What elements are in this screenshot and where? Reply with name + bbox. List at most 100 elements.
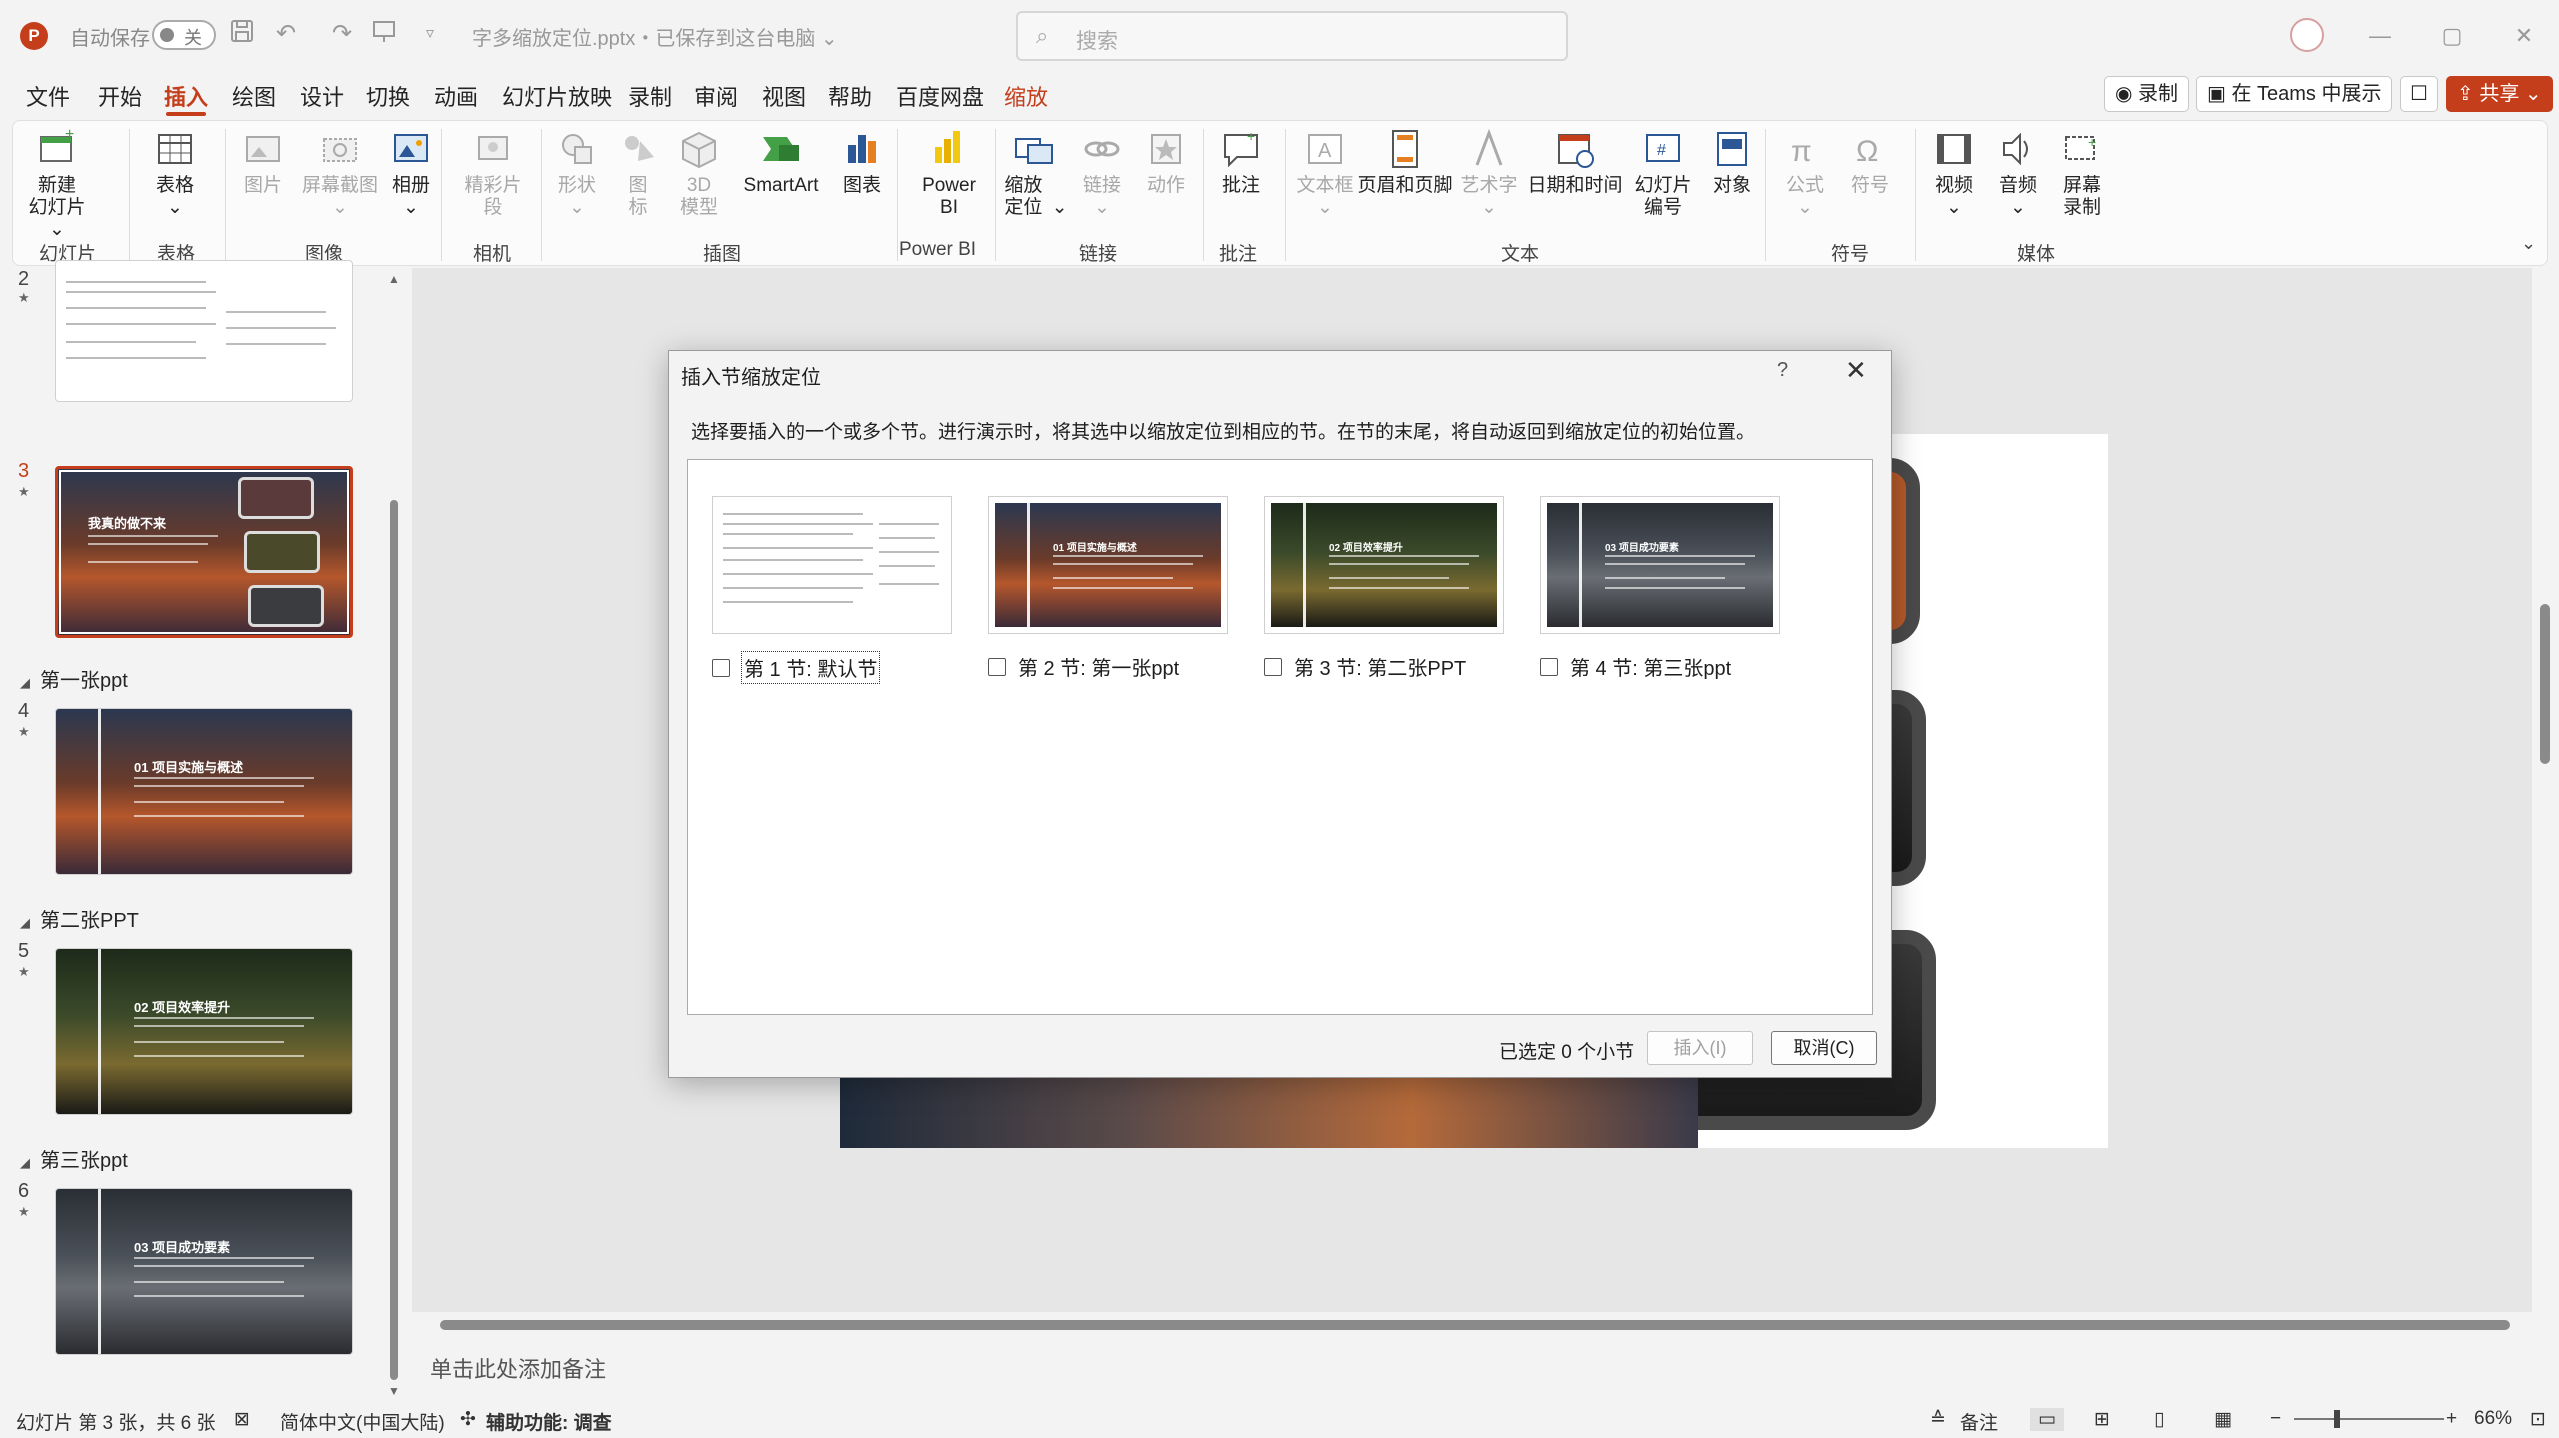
slideshow-view-icon[interactable]: ▦ [2214, 1408, 2232, 1431]
help-button[interactable]: ? [1777, 359, 1788, 382]
section-thumbnail[interactable]: 02 项目效率提升 [1264, 496, 1504, 634]
language-indicator[interactable]: 简体中文(中国大陆) [280, 1408, 445, 1435]
section-thumbnail[interactable]: 01 项目实施与概述 [988, 496, 1228, 634]
insert-button[interactable]: 插入(I) [1647, 1031, 1753, 1065]
section-label[interactable]: 第 4 节: 第三张ppt [1570, 652, 1731, 681]
customize-qat-icon[interactable]: ▿ [414, 18, 446, 50]
zoom-in-icon[interactable]: + [2446, 1408, 2457, 1430]
collapse-triangle-icon[interactable]: ◢ [20, 675, 30, 690]
close-window-button[interactable]: ✕ [2504, 18, 2544, 54]
fit-to-window-icon[interactable]: ⊡ [2530, 1408, 2546, 1431]
powerbi-button[interactable]: Power BI [905, 127, 993, 219]
tab-draw[interactable]: 绘图 [232, 80, 276, 112]
notes-toggle-label[interactable]: 备注 [1960, 1408, 1998, 1435]
tab-slideshow[interactable]: 幻灯片放映 [502, 80, 612, 112]
notes-toggle-icon[interactable]: ≙ [1930, 1408, 1946, 1431]
equation-button[interactable]: π 公式 ⌄ [1773, 127, 1837, 219]
section-thumbnail[interactable] [712, 496, 952, 634]
reading-view-icon[interactable]: ▯ [2154, 1408, 2164, 1431]
video-button[interactable]: 视频 ⌄ [1923, 127, 1985, 219]
zoom-button[interactable]: 缩放定位 ⌄ [997, 127, 1071, 219]
slide-thumbnail-4[interactable]: 01 项目实施与概述 [55, 708, 353, 875]
minimize-button[interactable]: — [2360, 18, 2400, 54]
smartart-button[interactable]: SmartArt [731, 127, 831, 197]
slide-sorter-icon[interactable]: ⊞ [2094, 1408, 2110, 1431]
zoom-out-icon[interactable]: − [2270, 1408, 2281, 1430]
redo-icon[interactable]: ↷ [326, 18, 358, 50]
slide-thumbnail-6[interactable]: 03 项目成功要素 [55, 1188, 353, 1355]
user-avatar[interactable] [2290, 18, 2324, 52]
tab-review[interactable]: 审阅 [694, 80, 738, 112]
link-button[interactable]: 链接 ⌄ [1071, 127, 1133, 219]
scroll-down-icon[interactable]: ▼ [388, 1384, 400, 1398]
cameo-button[interactable]: 精彩片段 [449, 127, 537, 219]
scroll-up-icon[interactable]: ▲ [388, 272, 400, 286]
header-footer-button[interactable]: 页眉和页脚 [1357, 127, 1453, 197]
3d-model-button[interactable]: 3D 模型 [667, 127, 731, 219]
tab-insert[interactable]: 插入 [164, 80, 208, 112]
vertical-scrollbar[interactable] [2540, 604, 2550, 764]
section-header[interactable]: ◢ 第三张ppt [20, 1144, 128, 1173]
slide-number-button[interactable]: # 幻灯片编号 [1625, 127, 1701, 219]
accessibility-status[interactable]: 辅助功能: 调查 [486, 1408, 612, 1435]
slide-thumbnail-2[interactable] [55, 260, 353, 402]
tab-home[interactable]: 开始 [98, 80, 142, 112]
action-button[interactable]: 动作 [1135, 127, 1197, 197]
date-time-button[interactable]: 日期和时间 [1525, 127, 1625, 197]
save-icon[interactable] [226, 18, 258, 50]
textbox-button[interactable]: A 文本框 ⌄ [1293, 127, 1357, 219]
close-dialog-button[interactable]: ✕ [1845, 355, 1867, 386]
cancel-button[interactable]: 取消(C) [1771, 1031, 1877, 1065]
zoom-slider[interactable] [2294, 1410, 2444, 1428]
comments-icon[interactable]: ☐ [2400, 76, 2438, 112]
present-in-teams-button[interactable]: ▣ 在 Teams 中展示 [2196, 76, 2393, 112]
tab-baidu-netdisk[interactable]: 百度网盘 [896, 80, 984, 112]
collapse-ribbon-icon[interactable]: ⌄ [2521, 233, 2536, 254]
autosave-toggle[interactable]: 关 [152, 20, 216, 50]
document-title[interactable]: 字多缩放定位.pptx・已保存到这台电脑 ⌄ [472, 22, 838, 51]
comment-button[interactable]: + 批注 [1209, 127, 1273, 197]
section-header[interactable]: ◢ 第一张ppt [20, 664, 128, 693]
section-label[interactable]: 第 3 节: 第二张PPT [1294, 652, 1466, 681]
zoom-slider-thumb[interactable] [2334, 1410, 2340, 1428]
slide-thumbnail-5[interactable]: 02 项目效率提升 [55, 948, 353, 1115]
tab-view[interactable]: 视图 [762, 80, 806, 112]
search-box[interactable]: ⌕ 搜索 [1016, 11, 1568, 61]
object-button[interactable]: 对象 [1701, 127, 1763, 197]
maximize-button[interactable]: ▢ [2432, 18, 2472, 54]
normal-view-icon[interactable]: ▭ [2030, 1408, 2064, 1431]
tab-help[interactable]: 帮助 [828, 80, 872, 112]
spell-check-icon[interactable]: ⊠ [234, 1408, 250, 1431]
undo-icon[interactable]: ↶ [270, 18, 302, 50]
present-from-start-icon[interactable] [368, 18, 400, 50]
section-checkbox[interactable] [988, 657, 1006, 676]
collapse-triangle-icon[interactable]: ◢ [20, 915, 30, 930]
tab-record[interactable]: 录制 [628, 80, 672, 112]
zoom-level[interactable]: 66% [2474, 1408, 2512, 1430]
tab-zoom[interactable]: 缩放 [1004, 80, 1048, 112]
record-button[interactable]: ◉ 录制 [2104, 76, 2190, 112]
table-button[interactable]: 表格 ⌄ [139, 127, 211, 219]
slide-thumbnail-3[interactable]: 我真的做不来 [55, 466, 353, 638]
chart-button[interactable]: 图表 [831, 127, 893, 197]
audio-button[interactable]: 音频 ⌄ [1987, 127, 2049, 219]
new-slide-button[interactable]: + 新建 幻灯片 ⌄ [21, 127, 93, 241]
section-checkbox[interactable] [1264, 657, 1282, 676]
section-checkbox[interactable] [712, 658, 730, 677]
tab-design[interactable]: 设计 [300, 80, 344, 112]
tab-file[interactable]: 文件 [26, 80, 70, 112]
icons-button[interactable]: 图标 [609, 127, 667, 219]
photo-album-button[interactable]: 相册 ⌄ [375, 127, 447, 219]
collapse-triangle-icon[interactable]: ◢ [20, 1155, 30, 1170]
section-thumbnail[interactable]: 03 项目成功要素 [1540, 496, 1780, 634]
share-button[interactable]: ⇪ 共享 ⌄ [2446, 76, 2553, 112]
section-header[interactable]: ◢ 第二张PPT [20, 904, 139, 933]
tab-animations[interactable]: 动画 [434, 80, 478, 112]
screen-recording-button[interactable]: + 屏幕录制 [2051, 127, 2113, 219]
symbol-button[interactable]: Ω 符号 [1839, 127, 1901, 197]
tab-transitions[interactable]: 切换 [366, 80, 410, 112]
shapes-button[interactable]: 形状 ⌄ [545, 127, 609, 219]
horizontal-scrollbar[interactable] [440, 1320, 2510, 1330]
wordart-button[interactable]: 艺术字 ⌄ [1453, 127, 1525, 219]
accessibility-icon[interactable]: ✣ [460, 1408, 476, 1431]
